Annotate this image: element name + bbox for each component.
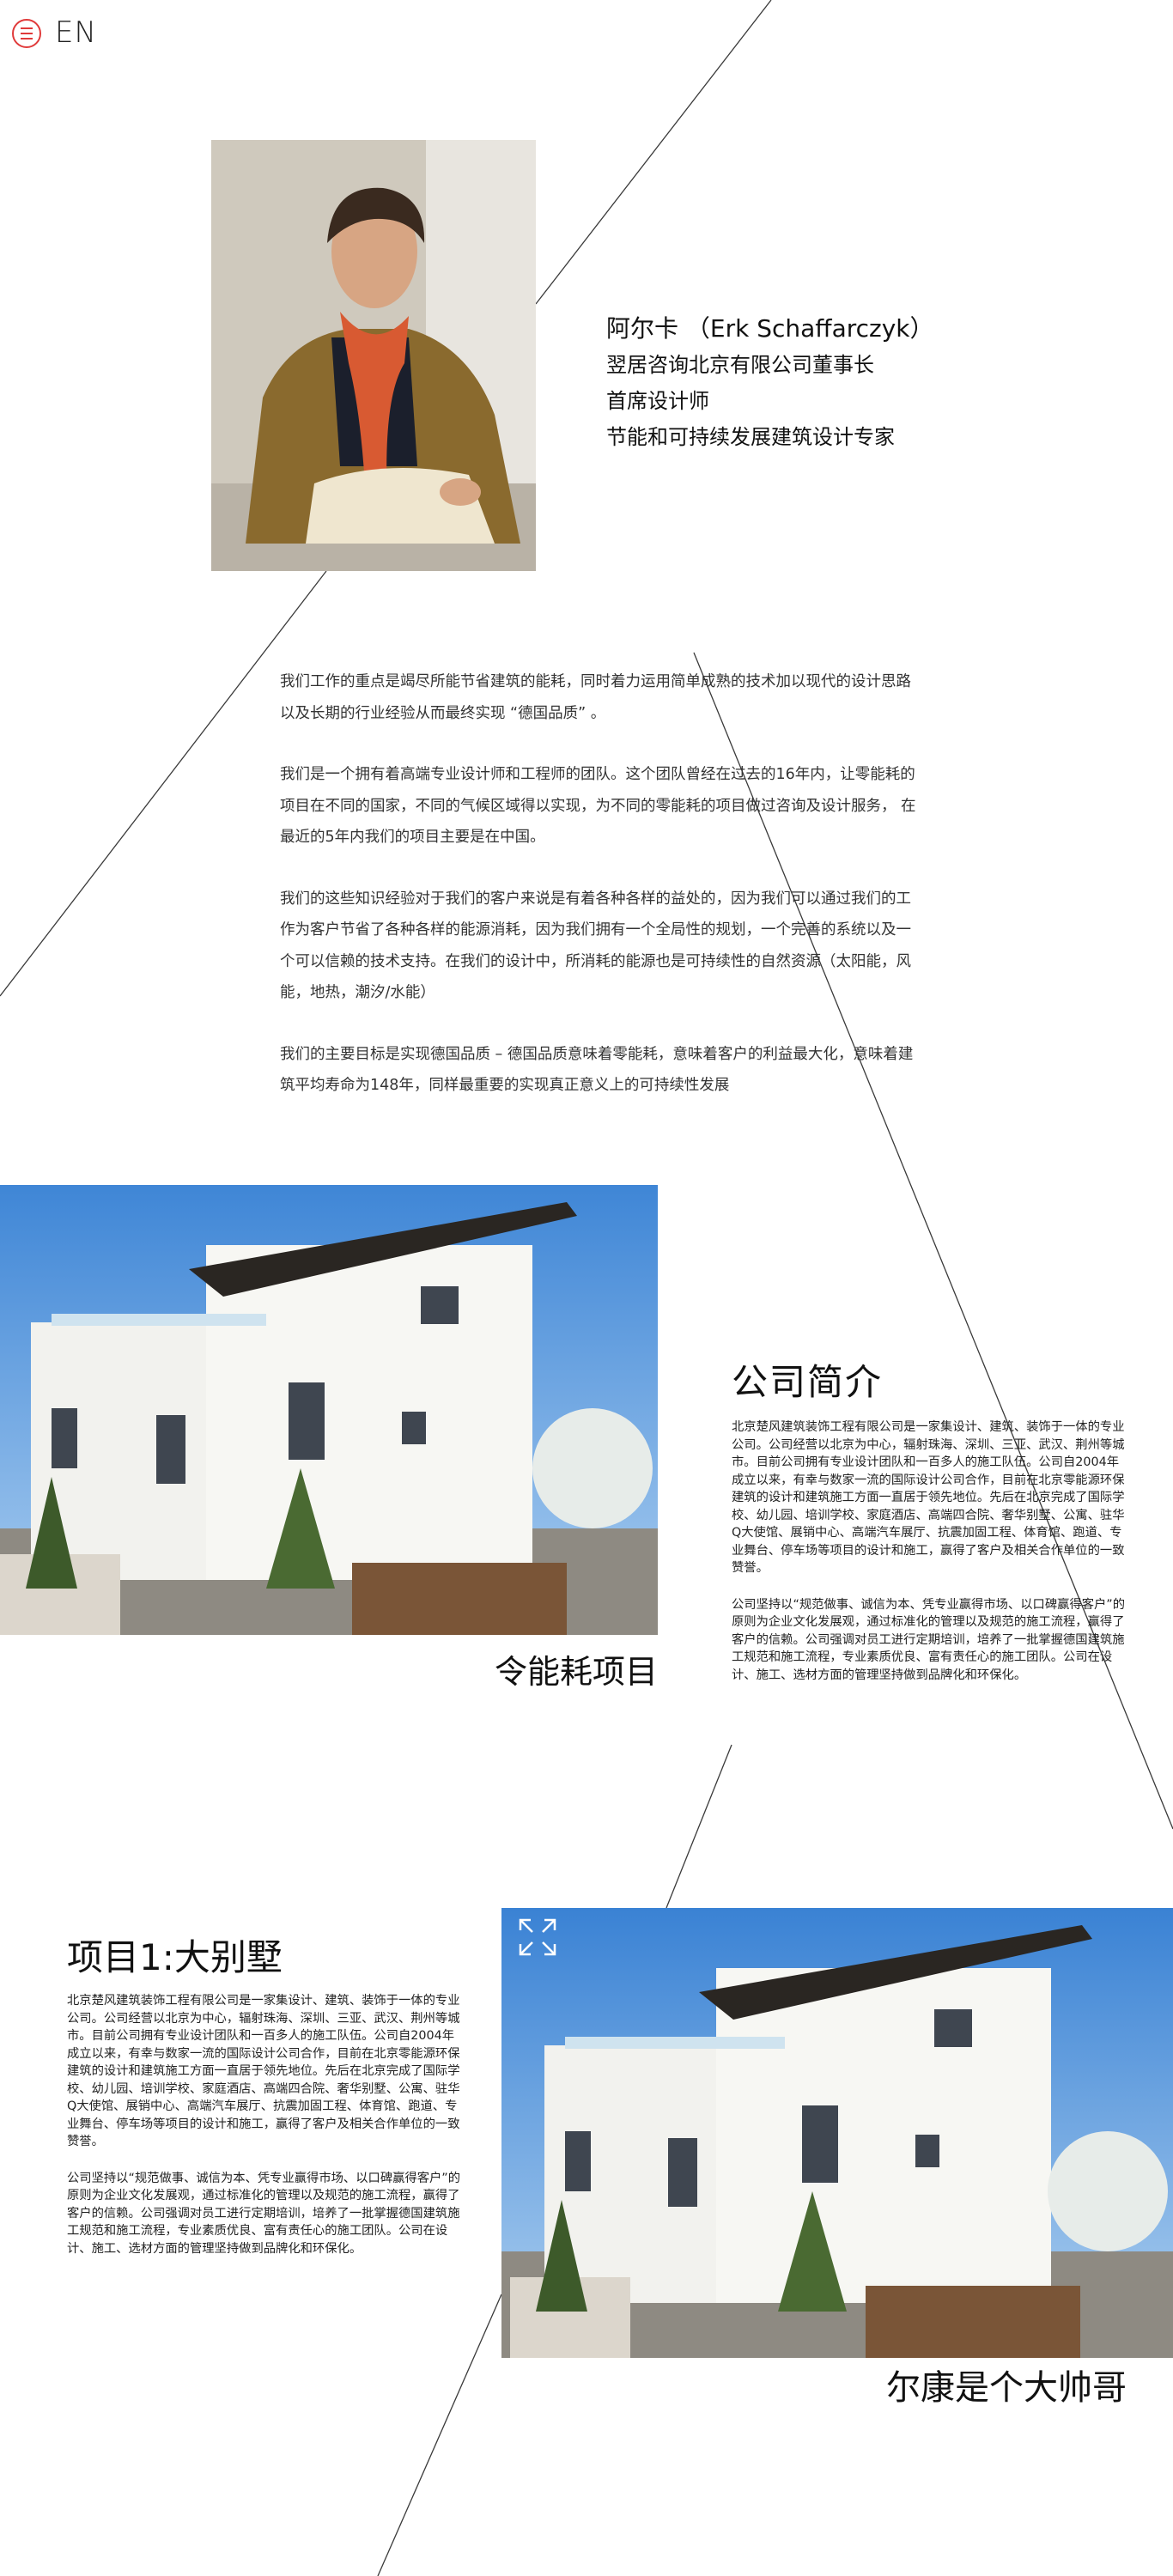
language-switch-en[interactable]: EN: [55, 15, 97, 50]
intro-paragraph: 我们的这些知识经验对于我们的客户来说是有着各种各样的益处的，因为我们可以通过我们…: [280, 890, 911, 1002]
expand-arrows-icon[interactable]: [517, 1917, 558, 1958]
bio-title-chief-designer: 首席设计师: [606, 389, 709, 413]
bio-title-expert: 节能和可持续发展建筑设计专家: [606, 425, 895, 449]
hamburger-menu-icon[interactable]: [12, 19, 41, 48]
diagonal-line: [666, 1744, 732, 1909]
bio-name: 阿尔卡 （Erk Schaffarczyk）: [606, 314, 934, 343]
big-villa-photo[interactable]: [501, 1908, 1173, 2358]
villa-photo-caption: 尔康是个大帅哥: [886, 2368, 1127, 2408]
company-intro-text: 北京楚风建筑装饰工程有限公司是一家集设计、建筑、装饰于一体的专业公司。公司经营以…: [732, 1419, 1128, 1703]
intro-paragraph: 我们的主要目标是实现德国品质 – 德国品质意味着零能耗，意味着客户的利益最大化，…: [280, 1045, 914, 1095]
project-paragraph: 北京楚风建筑装饰工程有限公司是一家集设计、建筑、装饰于一体的专业公司。公司经营以…: [67, 1994, 460, 2148]
zero-energy-project-caption: 令能耗项目: [495, 1653, 659, 1691]
diagonal-line: [0, 570, 327, 997]
bio-title-chairman: 翌居咨询北京有限公司董事长: [606, 353, 874, 377]
company-paragraph: 公司坚持以“规范做事、诚信为本、凭专业赢得市场、以口碑赢得客户”的原则为企业文化…: [732, 1597, 1126, 1682]
project1-heading: 项目1:大别墅: [67, 1936, 283, 1978]
intro-paragraph: 我们是一个拥有着高端专业设计师和工程师的团队。这个团队曾经在过去的16年内，让零…: [280, 766, 916, 846]
portrait-photo: [211, 140, 536, 571]
intro-text: 我们工作的重点是竭尽所能节省建筑的能耗，同时着力运用简单成熟的技术加以现代的设计…: [280, 666, 919, 1132]
company-intro-heading: 公司简介: [732, 1361, 884, 1403]
project-paragraph: 公司坚持以“规范做事、诚信为本、凭专业赢得市场、以口碑赢得客户”的原则为企业文化…: [67, 2171, 461, 2256]
diagonal-line: [377, 2293, 502, 2576]
project1-text: 北京楚风建筑装饰工程有限公司是一家集设计、建筑、装饰于一体的专业公司。公司经营以…: [67, 1992, 460, 2276]
intro-paragraph: 我们工作的重点是竭尽所能节省建筑的能耗，同时着力运用简单成熟的技术加以现代的设计…: [280, 673, 911, 722]
bio-block: 阿尔卡 （Erk Schaffarczyk） 翌居咨询北京有限公司董事长 首席设…: [606, 311, 934, 455]
zero-energy-villa-photo: [0, 1185, 658, 1635]
diagonal-line: [535, 0, 772, 305]
company-paragraph: 北京楚风建筑装饰工程有限公司是一家集设计、建筑、装饰于一体的专业公司。公司经营以…: [732, 1420, 1125, 1575]
